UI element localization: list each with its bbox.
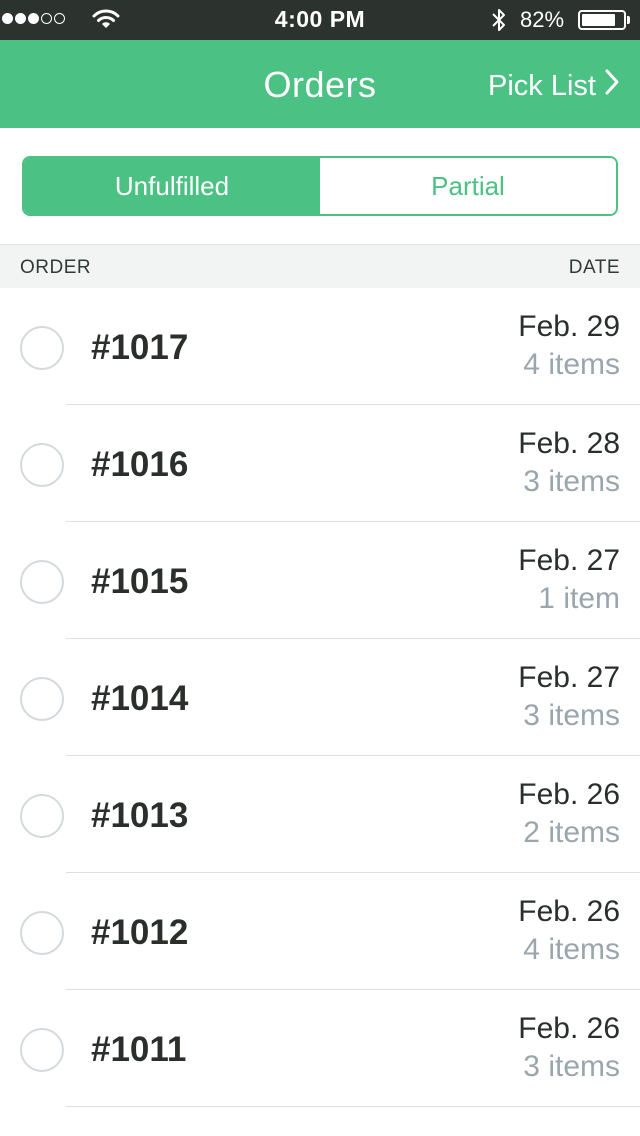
chevron-right-icon <box>604 68 620 104</box>
order-item-count: 4 items <box>523 348 620 381</box>
order-item-count: 3 items <box>523 465 620 498</box>
order-number: #1015 <box>91 562 189 601</box>
pick-list-label: Pick List <box>488 69 596 102</box>
order-item-count: 1 item <box>538 582 620 615</box>
battery-icon <box>578 10 626 30</box>
select-circle-icon[interactable] <box>20 1028 64 1072</box>
select-circle-icon[interactable] <box>20 560 64 604</box>
select-circle-icon[interactable] <box>20 326 64 370</box>
order-number: #1011 <box>91 1030 187 1069</box>
order-list: #1017 Feb. 29 4 items #1016 Feb. 28 3 it… <box>0 288 640 1107</box>
order-row[interactable]: #1017 Feb. 29 4 items <box>0 288 640 405</box>
order-number: #1017 <box>91 328 189 367</box>
order-row[interactable]: #1012 Feb. 26 4 items <box>0 873 640 990</box>
status-bar: 4:00 PM 82% <box>0 0 640 40</box>
select-circle-icon[interactable] <box>20 911 64 955</box>
order-number: #1014 <box>91 679 189 718</box>
order-date: Feb. 27 <box>518 544 620 577</box>
order-row[interactable]: #1013 Feb. 26 2 items <box>0 756 640 873</box>
list-column-headers: ORDER DATE <box>0 244 640 288</box>
order-date: Feb. 28 <box>518 427 620 460</box>
column-header-order: ORDER <box>20 257 92 278</box>
battery-fill <box>582 14 615 26</box>
order-item-count: 4 items <box>523 933 620 966</box>
order-item-count: 2 items <box>523 816 620 849</box>
order-date: Feb. 26 <box>518 895 620 928</box>
order-item-count: 3 items <box>523 1050 620 1083</box>
order-item-count: 3 items <box>523 699 620 732</box>
segment-unfulfilled[interactable]: Unfulfilled <box>24 158 320 214</box>
order-number: #1012 <box>91 913 189 952</box>
navigation-bar: Orders Pick List <box>0 40 640 128</box>
filter-area: Unfulfilled Partial <box>0 128 640 244</box>
order-row[interactable]: #1015 Feb. 27 1 item <box>0 522 640 639</box>
order-row[interactable]: #1016 Feb. 28 3 items <box>0 405 640 522</box>
order-date: Feb. 26 <box>518 778 620 811</box>
order-row[interactable]: #1011 Feb. 26 3 items <box>0 990 640 1107</box>
order-date: Feb. 26 <box>518 1012 620 1045</box>
select-circle-icon[interactable] <box>20 443 64 487</box>
segment-partial[interactable]: Partial <box>320 158 616 214</box>
bluetooth-icon <box>491 7 507 38</box>
select-circle-icon[interactable] <box>20 794 64 838</box>
order-number: #1013 <box>91 796 189 835</box>
order-number: #1016 <box>91 445 189 484</box>
order-date: Feb. 29 <box>518 310 620 343</box>
status-segmented-control: Unfulfilled Partial <box>22 156 618 216</box>
column-header-date: DATE <box>568 257 620 278</box>
order-date: Feb. 27 <box>518 661 620 694</box>
order-row[interactable]: #1014 Feb. 27 3 items <box>0 639 640 756</box>
pick-list-button[interactable]: Pick List <box>488 68 620 104</box>
select-circle-icon[interactable] <box>20 677 64 721</box>
battery-tip <box>627 16 630 24</box>
battery-percent: 82% <box>520 7 565 32</box>
